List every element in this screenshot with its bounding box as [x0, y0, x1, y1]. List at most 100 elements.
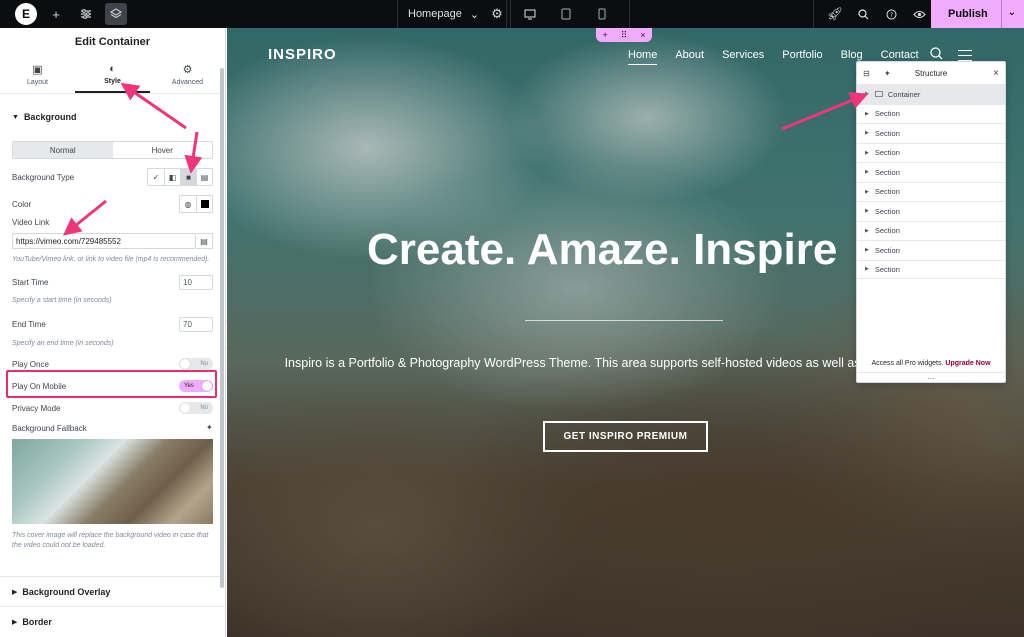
structure-item-section[interactable]: ▶ Section [857, 220, 1005, 241]
close-icon[interactable]: × [640, 30, 645, 40]
structure-item-section[interactable]: ▶ Section [857, 201, 1005, 221]
type-video-icon[interactable]: ■ [180, 169, 196, 185]
play-once-toggle[interactable]: No [179, 358, 213, 370]
tab-style[interactable]: ◐ Style [75, 56, 150, 93]
state-normal-button[interactable]: Normal [13, 142, 113, 158]
structure-item-label: Section [874, 206, 900, 216]
type-slideshow-icon[interactable]: ▤ [196, 169, 212, 185]
caret-right-icon[interactable]: ▶ [865, 189, 869, 195]
style-icon: ◐ [109, 62, 116, 75]
nav-item-about[interactable]: About [675, 49, 704, 65]
panel-scrollbar[interactable] [220, 68, 224, 588]
state-hover-button[interactable]: Hover [113, 142, 213, 158]
structure-item-label: Section [874, 128, 900, 138]
structure-item-container[interactable]: ▶ Container [857, 84, 1005, 104]
dynamic-tags-icon[interactable]: ▤ [196, 233, 213, 249]
publish-button[interactable]: Publish ⌄ [931, 0, 1024, 28]
hero-cta-button[interactable]: GET INSPIRO PREMIUM [543, 421, 708, 452]
structure-layers-icon[interactable] [105, 3, 127, 25]
close-icon[interactable]: × [993, 68, 999, 79]
tablet-icon[interactable] [555, 3, 577, 25]
upgrade-now-link[interactable]: Upgrade Now [945, 360, 990, 367]
publish-chevron-down-icon[interactable]: ⌄ [1008, 7, 1016, 18]
caret-right-icon[interactable]: ▶ [865, 91, 869, 97]
structure-item-section[interactable]: ▶ Section [857, 240, 1005, 260]
caret-down-icon: ▼ [12, 113, 19, 121]
mobile-icon[interactable] [591, 3, 613, 25]
panel-title: Edit Container [74, 36, 151, 48]
help-icon[interactable]: ? [880, 3, 902, 25]
play-on-mobile-label: Play On Mobile [12, 382, 67, 391]
border-section-toggle[interactable]: ▶ Border [0, 606, 225, 636]
background-overlay-section-toggle[interactable]: ▶ Background Overlay [0, 576, 225, 606]
nav-item-home[interactable]: Home [628, 49, 658, 65]
notifications-icon[interactable]: 🚀︎ [824, 3, 846, 25]
play-once-label: Play Once [12, 360, 49, 369]
ai-sparkle-icon[interactable]: ✦ [206, 423, 213, 432]
color-label: Color [12, 199, 32, 209]
resize-handle[interactable]: ... [857, 372, 1005, 381]
toggle-knob [180, 359, 190, 369]
global-colors-icon[interactable]: ◍ [180, 196, 196, 212]
elementor-logo-icon[interactable]: E [15, 3, 37, 25]
color-row: Color ◍ [12, 195, 213, 213]
play-on-mobile-toggle[interactable]: Yes [179, 380, 213, 392]
color-swatch[interactable] [196, 196, 212, 212]
structure-item-label: Section [874, 148, 900, 158]
structure-item-section[interactable]: ▶ Section [857, 181, 1005, 202]
tab-style-label: Style [104, 77, 121, 85]
end-time-hint: Specify an end time (in seconds) [12, 340, 114, 347]
start-time-input[interactable]: 10 [179, 275, 213, 290]
background-section-toggle[interactable]: ▼ Background [0, 103, 225, 131]
tab-advanced[interactable]: ⚙ Advanced [150, 56, 225, 93]
tab-layout[interactable]: ▣ Layout [0, 56, 75, 93]
nav-item-portfolio[interactable]: Portfolio [782, 49, 822, 65]
end-time-input[interactable]: 70 [179, 317, 213, 332]
caret-right-icon[interactable]: ▶ [865, 228, 869, 234]
privacy-mode-label: Privacy Mode [12, 404, 61, 413]
structure-item-section[interactable]: ▶ Section [857, 123, 1005, 143]
privacy-mode-toggle[interactable]: No [179, 402, 213, 414]
preview-eye-icon[interactable] [908, 3, 930, 25]
desktop-icon[interactable] [519, 3, 541, 25]
nav-item-services[interactable]: Services [722, 49, 764, 65]
publish-divider [1001, 0, 1002, 28]
structure-item-section[interactable]: ▶ Section [857, 259, 1005, 279]
container-handle[interactable]: + ⠿ × [596, 28, 652, 42]
caret-right-icon: ▶ [12, 588, 18, 596]
add-element-icon[interactable]: + [45, 3, 67, 25]
type-none-icon[interactable]: ✓ [148, 169, 164, 185]
caret-right-icon[interactable]: ▶ [865, 169, 869, 175]
structure-item-section[interactable]: ▶ Section [857, 142, 1005, 163]
caret-right-icon[interactable]: ▶ [865, 150, 869, 156]
pro-widgets-text: Access all Pro widgets. [871, 360, 944, 367]
caret-right-icon: ▶ [12, 618, 18, 626]
device-switcher [510, 0, 630, 28]
caret-right-icon[interactable]: ▶ [865, 130, 869, 136]
structure-item-section[interactable]: ▶ Section [857, 103, 1005, 124]
video-link-hint: YouTube/Vimeo link, or link to video fil… [12, 256, 210, 263]
border-heading: Border [22, 616, 52, 627]
caret-right-icon[interactable]: ▶ [865, 111, 869, 117]
add-icon[interactable]: + [602, 30, 607, 40]
toggle-knob [180, 403, 190, 413]
caret-right-icon[interactable]: ▶ [865, 208, 869, 214]
structure-item-label: Section [874, 109, 900, 119]
play-on-mobile-value: Yes [184, 383, 194, 389]
structure-item-section[interactable]: ▶ Section [857, 162, 1005, 182]
site-logo[interactable]: INSPIRO [268, 46, 337, 63]
color-controls: ◍ [179, 195, 213, 213]
structure-item-label: Section [874, 245, 900, 255]
fallback-image-preview[interactable] [12, 439, 213, 524]
type-gradient-icon[interactable]: ◧ [164, 169, 180, 185]
tab-layout-label: Layout [26, 79, 49, 86]
container-icon [874, 91, 883, 98]
toggle-knob [202, 381, 212, 391]
search-icon[interactable] [852, 3, 874, 25]
caret-right-icon[interactable]: ▶ [865, 247, 869, 253]
drag-grid-icon[interactable]: ⠿ [621, 30, 628, 41]
caret-right-icon[interactable]: ▶ [865, 266, 869, 272]
site-settings-icon[interactable] [75, 3, 97, 25]
video-link-input[interactable]: https://vimeo.com/729485552 [12, 233, 196, 249]
page-settings-gear-icon[interactable]: ⚙ [486, 3, 508, 25]
